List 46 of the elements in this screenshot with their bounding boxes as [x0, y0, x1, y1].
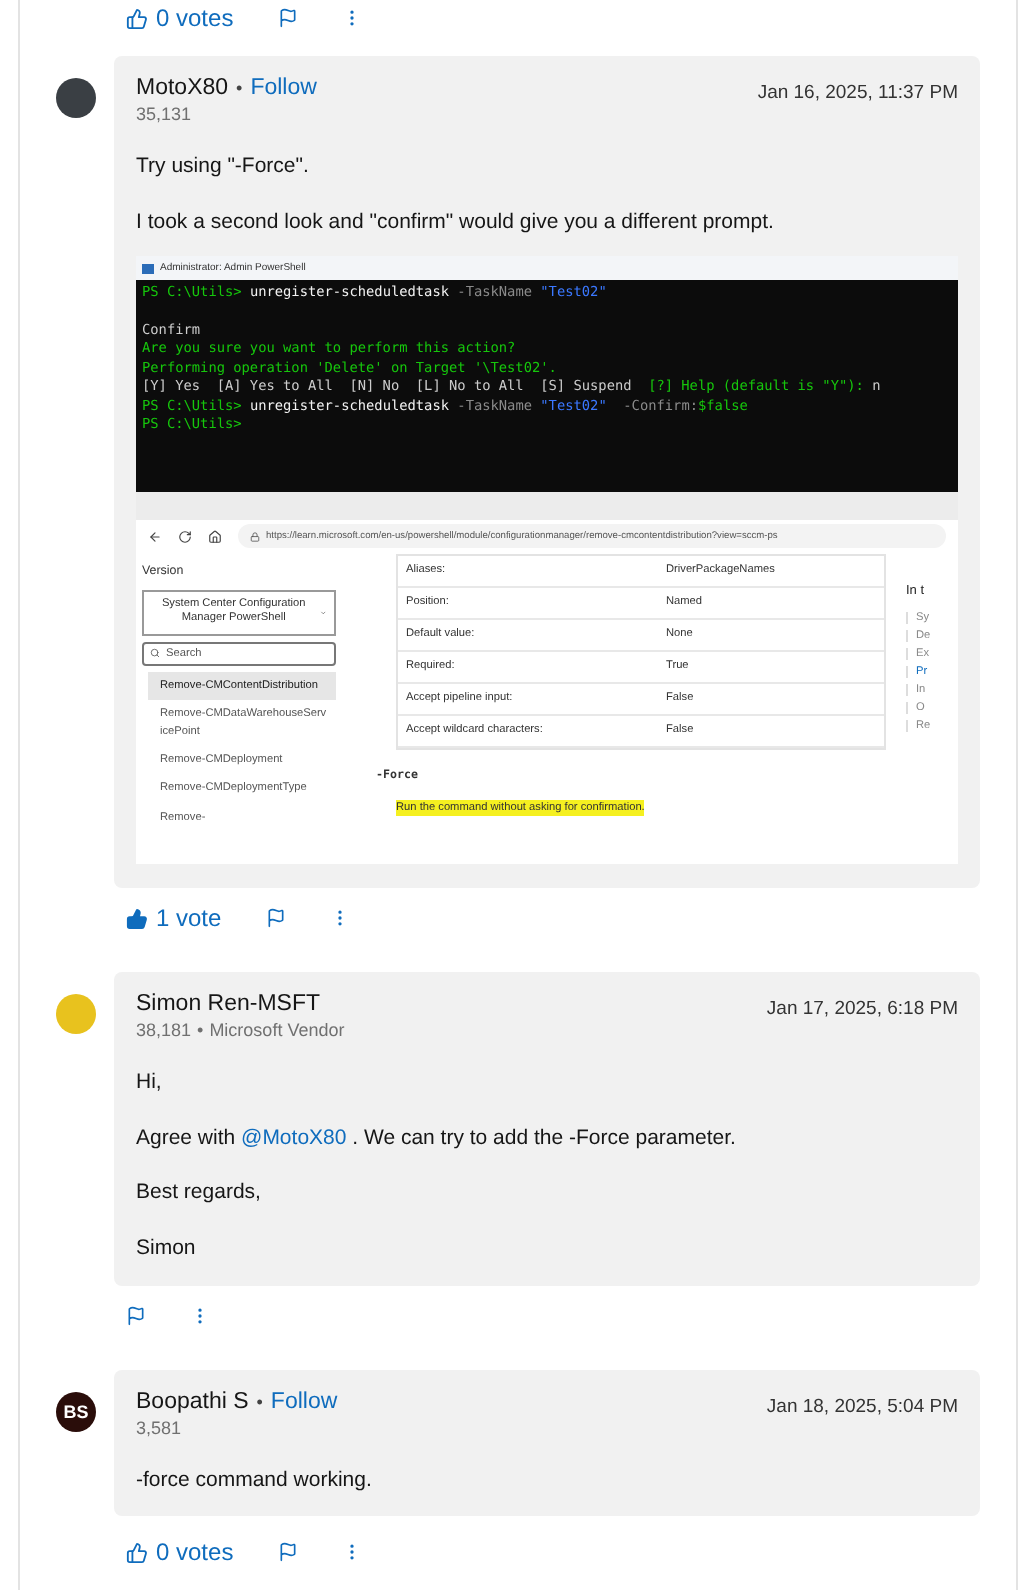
reputation-count: 35,131 [136, 104, 192, 124]
report-button[interactable] [126, 1305, 146, 1326]
post-date: Jan 18, 2025, 5:04 PM [766, 1395, 958, 1418]
author-name: MotoX80 [136, 76, 229, 100]
refresh-icon [178, 529, 192, 544]
comment-text: Agree with @MotoX80 . We can try to add the -Force parameter. [136, 1125, 738, 1151]
flag-icon [126, 1305, 146, 1326]
vote-button[interactable]: 0 votes [126, 4, 234, 32]
follow-link[interactable]: Follow [250, 76, 317, 100]
post-date: Jan 17, 2025, 6:18 PM [766, 998, 958, 1021]
flag-icon [277, 8, 298, 28]
avatar-initials: BS [56, 1391, 96, 1432]
separator-dot: • [256, 1391, 263, 1412]
post-date: Jan 16, 2025, 11:37 PM [757, 82, 958, 104]
flag-icon [277, 1542, 298, 1563]
lock-icon [250, 531, 260, 542]
author-name: Simon Ren-MSFT [136, 992, 321, 1017]
comment-text: Try using "-Force". [136, 154, 311, 180]
back-icon [148, 529, 162, 544]
reputation-count: 3,581 [136, 1417, 182, 1438]
follow-link[interactable]: Follow [270, 1389, 338, 1414]
mention-link[interactable]: @MotoX80 [241, 1125, 347, 1150]
report-button[interactable] [265, 908, 286, 929]
comment-text: Hi, [136, 1070, 164, 1096]
comment-text: -force command working. [136, 1467, 374, 1493]
separator-dot: • [236, 78, 243, 98]
avatar-photo-placeholder [56, 78, 96, 118]
report-button[interactable] [277, 1542, 298, 1563]
report-button[interactable] [277, 8, 298, 28]
flag-icon [265, 908, 286, 929]
search-icon [150, 648, 160, 659]
comment-text: Simon [136, 1235, 198, 1262]
comment-text: Best regards, [136, 1180, 263, 1206]
thumbs-up-icon [126, 1541, 148, 1564]
thumbs-up-icon [126, 7, 148, 29]
home-icon [208, 529, 222, 544]
thumbs-up-icon [126, 907, 148, 930]
vote-button[interactable]: 1 vote [126, 904, 222, 933]
vendor-label: Microsoft Vendor [209, 1020, 345, 1041]
reputation-count: 38,181 [136, 1020, 192, 1041]
separator-dot: • [197, 1020, 204, 1041]
author-name: Boopathi S [136, 1389, 249, 1414]
terminal-icon [142, 263, 154, 274]
comment-text: I took a second look and "confirm" would give you a different prompt. [136, 209, 776, 235]
avatar-circle [56, 994, 96, 1035]
vote-button[interactable]: 0 votes [126, 1538, 234, 1567]
